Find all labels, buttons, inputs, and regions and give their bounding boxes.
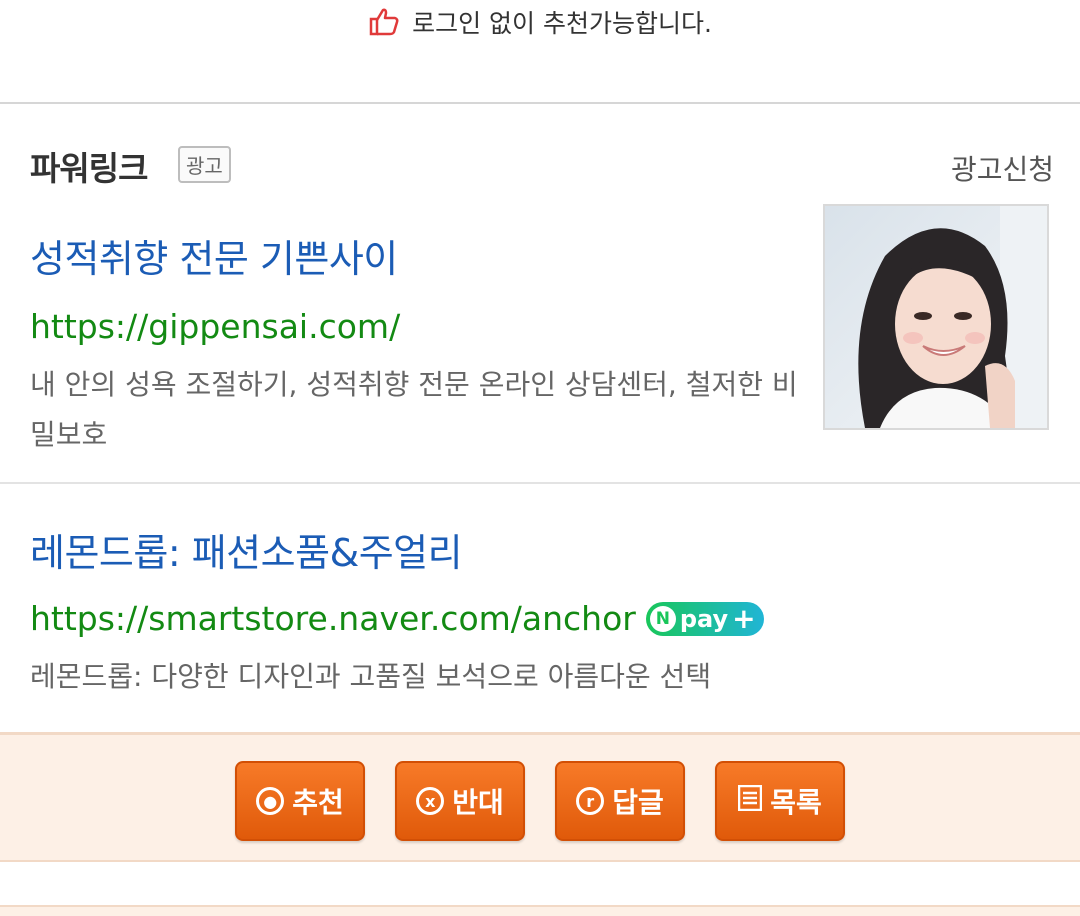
ad-url-text[interactable]: https://smartstore.naver.com/anchor [30, 599, 636, 638]
reply-button[interactable]: r 답글 [555, 761, 685, 841]
npay-badge-label: pay [679, 604, 729, 633]
ad-title-link[interactable]: 성적취향 전문 기쁜사이 [30, 228, 810, 283]
oppose-button[interactable]: x 반대 [395, 761, 525, 841]
circle-dot-icon: ● [256, 787, 285, 815]
reply-button-label: 답글 [612, 786, 664, 819]
recommend-notice-text: 로그인 없이 추천가능합니다. [412, 9, 712, 38]
ad-description: 레몬드롭: 다양한 디자인과 고품질 보석으로 아름다운 선택 [30, 660, 712, 693]
ad-badge: 광고 [178, 146, 231, 183]
ad-url-link[interactable]: https://smartstore.naver.com/anchor N pa… [30, 599, 1050, 638]
circle-x-icon: x [416, 787, 445, 815]
ad-item[interactable]: 레몬드롭: 패션소품&주얼리 https://smartstore.naver.… [30, 522, 1050, 702]
circle-r-icon: r [576, 787, 605, 815]
ad-url-link[interactable]: https://gippensai.com/ [30, 307, 810, 346]
naver-pay-plus-badge: N pay + [645, 601, 764, 636]
oppose-button-label: 반대 [452, 786, 504, 819]
bottom-strip [0, 905, 1080, 916]
naver-n-icon: N [649, 605, 676, 632]
divider [0, 482, 1080, 484]
ad-description: 내 안의 성욕 조절하기, 성적취향 전문 온라인 상담센터, 철저한 비밀보호 [30, 368, 798, 451]
list-button[interactable]: 목록 [715, 761, 845, 841]
recommend-notice-bar: 로그인 없이 추천가능합니다. [0, 0, 1080, 104]
recommend-button[interactable]: ● 추천 [235, 761, 365, 841]
thumbs-up-icon [368, 6, 400, 38]
ad-apply-link[interactable]: 광고신청 [951, 148, 1054, 188]
ad-thumbnail-image[interactable] [823, 204, 1049, 430]
powerlink-title: 파워링크 [30, 149, 148, 188]
post-action-bar: ● 추천 x 반대 r 답글 목록 [0, 732, 1080, 862]
list-icon [737, 784, 763, 818]
list-button-label: 목록 [770, 786, 822, 819]
ad-item[interactable]: 성적취향 전문 기쁜사이 https://gippensai.com/ 내 안의… [30, 228, 810, 460]
recommend-button-label: 추천 [292, 786, 344, 819]
ad-url-text[interactable]: https://gippensai.com/ [30, 307, 400, 346]
ad-title-link[interactable]: 레몬드롭: 패션소품&주얼리 [30, 522, 1050, 577]
plus-icon: + [732, 602, 756, 635]
powerlink-header: 파워링크 광고 광고신청 [30, 142, 1054, 192]
